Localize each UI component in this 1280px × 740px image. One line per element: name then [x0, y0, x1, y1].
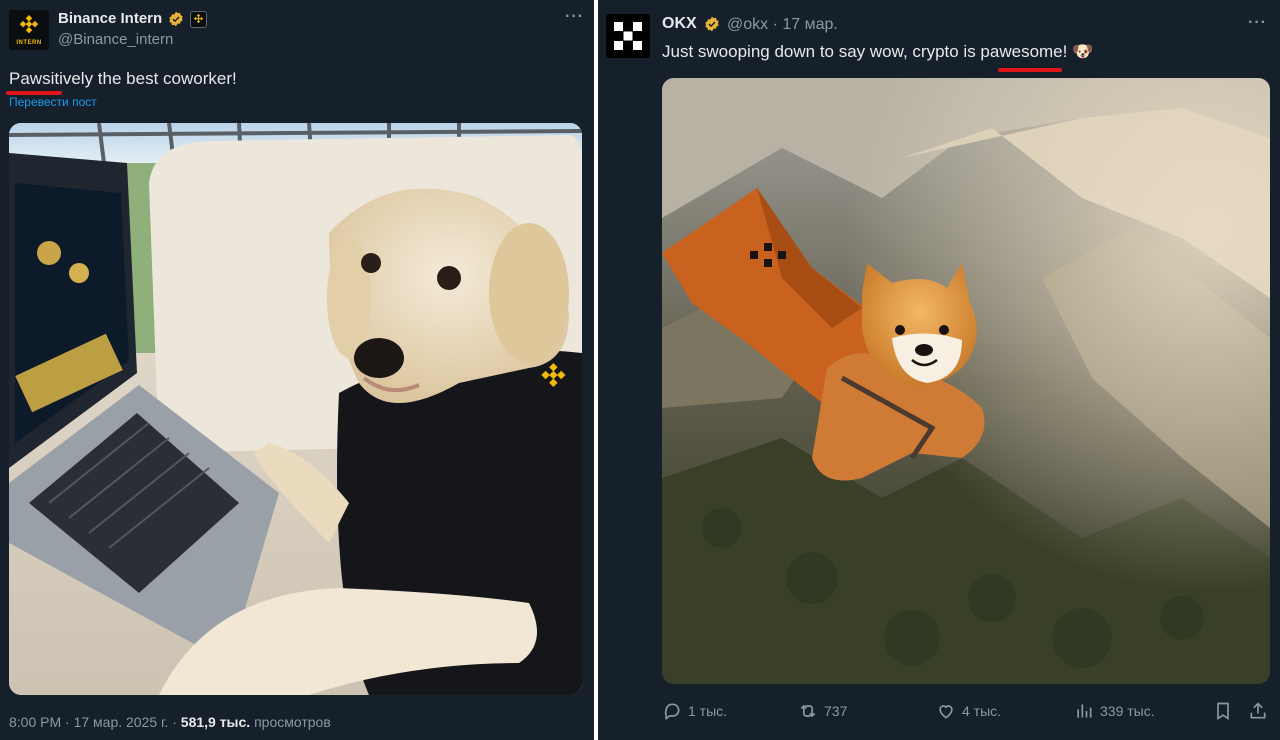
display-name[interactable]: Binance Intern	[58, 10, 162, 27]
reply-count: 1 тыс.	[688, 703, 728, 719]
share-icon	[1250, 702, 1266, 719]
views-chart-icon	[1077, 704, 1092, 718]
tweet-time[interactable]: 8:00 PM · 17 мар. 2025 г. ·	[9, 714, 181, 730]
reply-icon	[664, 703, 680, 721]
display-name[interactable]: OKX	[662, 15, 697, 33]
more-options-icon[interactable]: ···	[565, 8, 584, 26]
tweet-text: Just swooping down to say wow, crypto is…	[662, 42, 1094, 61]
views-label: просмотров	[250, 714, 331, 730]
views-button[interactable]: 339 тыс.	[1074, 700, 1155, 722]
okx-avatar[interactable]	[606, 14, 650, 58]
binance-intern-avatar[interactable]: INTERN	[9, 10, 49, 50]
views-count: 339 тыс.	[1100, 703, 1155, 719]
share-button[interactable]	[1248, 700, 1268, 722]
avatar-text: INTERN	[16, 40, 42, 46]
affiliate-badge-icon	[190, 11, 207, 28]
like-button[interactable]: 4 тыс.	[936, 700, 1001, 722]
verified-badge-icon	[705, 16, 719, 32]
views-count: 581,9 тыс.	[180, 714, 251, 730]
handle[interactable]: @Binance_intern	[58, 31, 173, 48]
repost-count: 737	[824, 703, 848, 719]
repost-icon	[800, 704, 816, 718]
annotation-underline	[998, 68, 1062, 72]
left-tweet: INTERN Binance Intern @Binance_intern ··…	[0, 0, 594, 740]
repost-button[interactable]: 737	[798, 700, 847, 722]
verified-badge-icon	[169, 11, 183, 27]
tweet-photo-flying-shiba[interactable]	[662, 78, 1270, 684]
like-count: 4 тыс.	[962, 703, 1002, 719]
dog-laptop-image	[9, 123, 582, 695]
more-options-icon[interactable]: ···	[1248, 14, 1267, 32]
bookmark-button[interactable]	[1213, 700, 1233, 722]
tweet-photo-dog-laptop[interactable]	[9, 123, 582, 695]
binance-logo-icon	[19, 15, 39, 34]
reply-button[interactable]: 1 тыс.	[662, 700, 727, 722]
shiba-flying-image	[662, 78, 1270, 684]
okx-logo-icon	[614, 22, 642, 50]
translate-link[interactable]: Перевести пост	[9, 95, 97, 109]
handle-and-time[interactable]: @okx · 17 мар.	[727, 16, 838, 34]
right-tweet: OKX @okx · 17 мар. ··· Just swooping dow…	[598, 0, 1280, 740]
bookmark-icon	[1217, 702, 1229, 721]
tweet-text: Pawsitively the best coworker!	[9, 69, 237, 88]
tweet-timestamp-views: 8:00 PM · 17 мар. 2025 г. · 581,9 тыс. п…	[9, 714, 331, 730]
heart-icon	[939, 705, 953, 719]
